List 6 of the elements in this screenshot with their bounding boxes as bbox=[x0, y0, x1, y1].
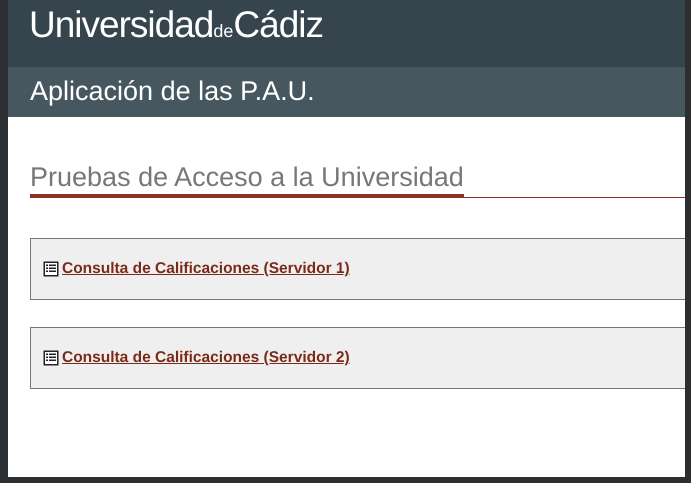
link[interactable]: Consulta de Calificaciones (Servidor 2) bbox=[62, 349, 350, 367]
section-heading: Pruebas de Acceso a la Universidad bbox=[30, 162, 464, 198]
list-icon bbox=[43, 261, 59, 277]
app-title: Aplicación de las P.A.U. bbox=[30, 76, 316, 107]
link[interactable]: Consulta de Calificaciones (Servidor 1) bbox=[62, 260, 350, 278]
list-icon bbox=[43, 350, 59, 366]
